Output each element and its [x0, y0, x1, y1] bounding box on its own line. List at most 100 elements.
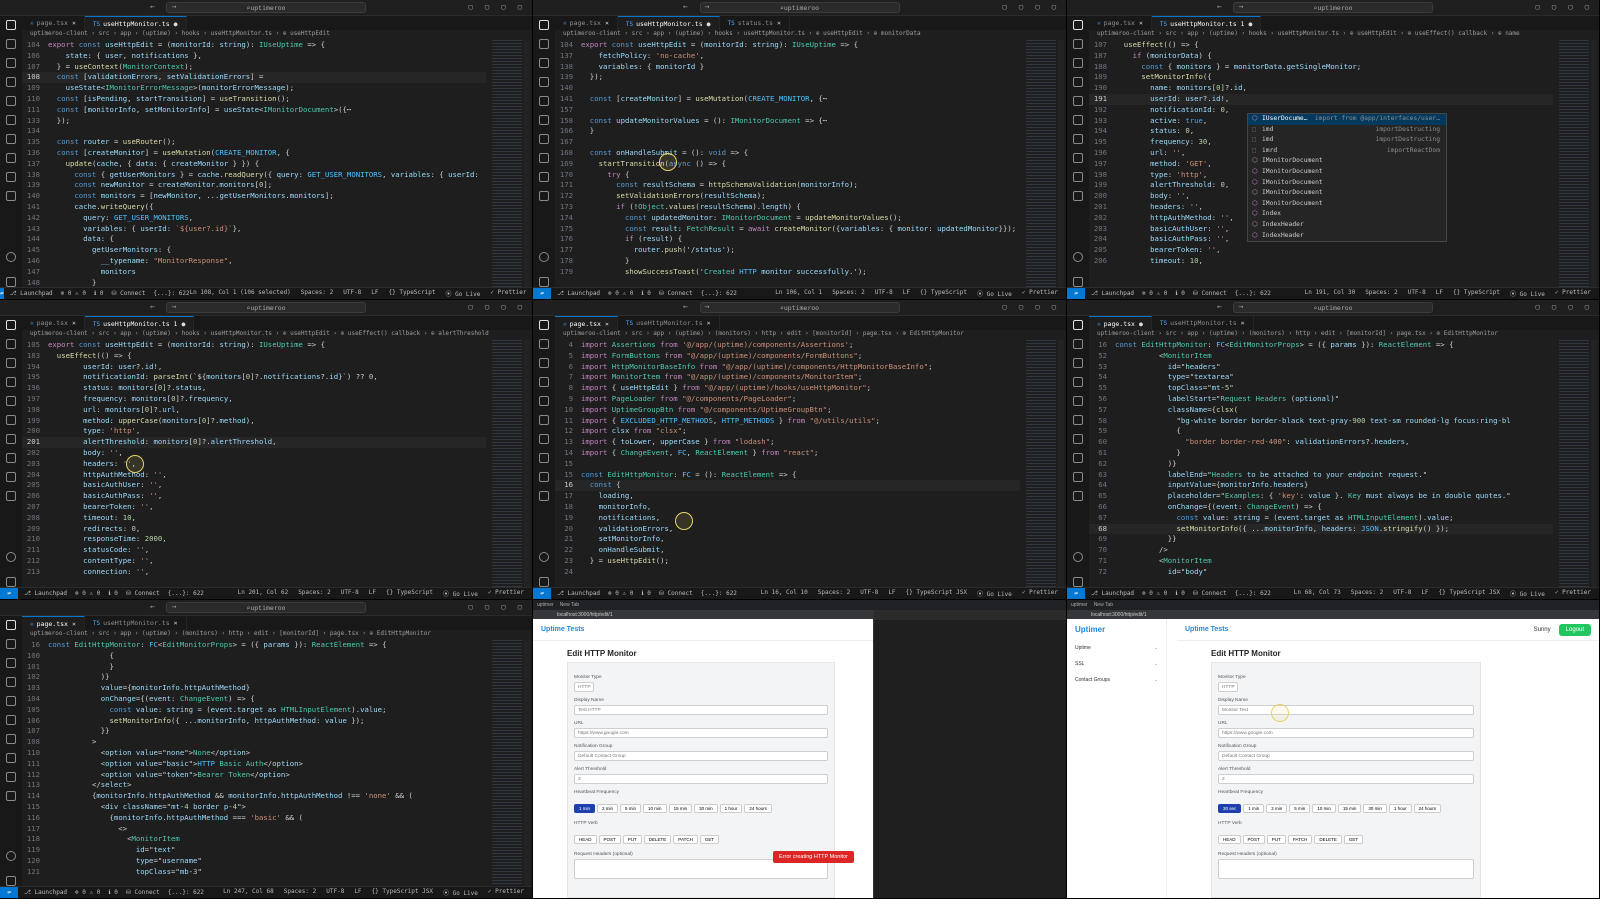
manage-gear-icon[interactable] [6, 876, 16, 886]
status-item[interactable]: ✓ Prettier [1555, 589, 1591, 598]
nav-arrows[interactable]: ← → [1217, 2, 1249, 11]
field-input[interactable]: Monitor Test [1218, 705, 1474, 715]
testing-icon[interactable] [6, 734, 16, 744]
remote-indicator-icon[interactable]: ⇌ [0, 588, 18, 599]
testing-icon[interactable] [539, 134, 549, 144]
extensions-icon[interactable] [1073, 396, 1083, 406]
testing-icon[interactable] [6, 434, 16, 444]
status-item[interactable]: {} TypeScript [1453, 289, 1500, 298]
command-search[interactable]: ⌕ uptimeroo [166, 302, 366, 313]
frequency-option[interactable]: 15 min [1337, 804, 1362, 813]
verb-option[interactable]: POST [598, 835, 621, 844]
scrollbar[interactable] [1591, 40, 1597, 287]
frequency-option[interactable]: 10 min [643, 804, 667, 813]
verb-option[interactable]: GET [1343, 835, 1364, 844]
status-item[interactable]: Ln 201, Col 62 [238, 589, 289, 598]
remote-indicator-icon[interactable]: ⇌ [533, 588, 551, 599]
status-item[interactable]: {...}: 622 [168, 590, 204, 597]
manage-gear-icon[interactable] [1073, 577, 1083, 587]
status-item[interactable]: ⦿ Go Live [443, 589, 478, 598]
manage-gear-icon[interactable] [539, 277, 549, 287]
unsaved-dot-icon[interactable]: ● [174, 20, 178, 28]
run-debug-icon[interactable] [1073, 377, 1083, 387]
status-item[interactable]: ⦿ Go Live [1510, 289, 1545, 298]
docker-icon[interactable] [539, 453, 549, 463]
frequency-option[interactable]: 10 min [1312, 804, 1336, 813]
status-item[interactable]: ✓ Prettier [490, 289, 526, 298]
layout-controls[interactable]: ▢ ▢ ▢ ▢ [468, 3, 526, 11]
frequency-option[interactable]: 1 min [1243, 804, 1265, 813]
github-icon[interactable] [539, 172, 549, 182]
breadcrumb[interactable]: uptimeroo-client › src › app › (uptime) … [1089, 30, 1599, 40]
docker-icon[interactable] [539, 153, 549, 163]
status-item[interactable]: UTF-8 [875, 289, 893, 298]
source-control-icon[interactable] [6, 358, 16, 368]
status-item[interactable]: Spaces: 2 [832, 289, 865, 298]
minimap[interactable] [1026, 40, 1056, 287]
minimap[interactable] [492, 640, 522, 886]
nav-arrows[interactable]: ← → [150, 2, 182, 11]
frequency-option[interactable]: 30 sec [1218, 804, 1242, 813]
frequency-option[interactable]: 1 hour [1388, 804, 1412, 813]
status-item[interactable]: ⎇ Launchpad [10, 290, 53, 297]
account-icon[interactable] [539, 552, 549, 562]
testing-icon[interactable] [1073, 434, 1083, 444]
app-brand[interactable]: Uptime Tests [1185, 626, 1228, 633]
status-item[interactable]: ⦿ Go Live [1510, 589, 1545, 598]
remote-indicator-icon[interactable]: ⇌ [0, 288, 4, 299]
nav-arrows[interactable]: ← → [683, 302, 715, 311]
search-icon[interactable] [6, 39, 16, 49]
verb-option[interactable]: PUT [1266, 835, 1286, 844]
close-icon[interactable]: × [72, 19, 76, 27]
editor-tab[interactable]: ⚛ page.tsx × [1089, 16, 1152, 30]
frequency-option[interactable]: 2 min [1266, 804, 1288, 813]
close-icon[interactable]: × [1139, 19, 1143, 27]
verb-option[interactable]: PATCH [1287, 835, 1313, 844]
suggest-item[interactable]: ⬚ imd importDestructing [1248, 135, 1446, 146]
command-search[interactable]: ⌕ uptimeroo [166, 602, 366, 613]
docker-icon[interactable] [1073, 153, 1083, 163]
editor-tab[interactable]: ⚛ page.tsx × [555, 316, 618, 330]
account-icon[interactable] [1073, 552, 1083, 562]
verb-option[interactable]: HEAD [1218, 835, 1241, 844]
close-icon[interactable]: × [1241, 319, 1245, 327]
command-search[interactable]: ⌕ uptimeroo [166, 2, 366, 13]
browser-tab[interactable]: uptimer [1071, 602, 1088, 608]
status-item[interactable]: ℹ 0 [641, 290, 651, 297]
status-item[interactable]: ℹ 0 [94, 290, 104, 297]
status-item[interactable]: ⛁ Connect [1193, 290, 1227, 297]
suggest-item[interactable]: ⬡ IUserDocume… import from @app/interfaces… [1248, 114, 1446, 125]
explorer-icon[interactable] [6, 320, 16, 330]
suggest-item[interactable]: ⬡ IMonitorDocument [1248, 178, 1446, 189]
run-debug-icon[interactable] [6, 677, 16, 687]
code-editor[interactable]: 104 export const useHttpEdit = (monitorId… [22, 40, 486, 287]
account-icon[interactable] [6, 851, 16, 861]
frequency-option[interactable]: 5 min [620, 804, 642, 813]
frequency-option[interactable]: 24 hours [1413, 804, 1442, 813]
source-control-icon[interactable] [1073, 358, 1083, 368]
status-item[interactable]: ✓ Prettier [488, 589, 524, 598]
sidebar-item[interactable]: Contact Groups ⌄ [1067, 672, 1166, 688]
breadcrumb[interactable]: uptimeroo-client › src › app › (uptime) … [22, 30, 532, 40]
status-item[interactable]: Spaces: 2 [1351, 589, 1384, 598]
editor-tab[interactable]: ⚛ page.tsx × [22, 16, 85, 30]
status-item[interactable]: ⦿ Go Live [977, 289, 1012, 298]
extensions-icon[interactable] [6, 396, 16, 406]
command-search[interactable]: ⌕ uptimeroo [699, 302, 900, 313]
manage-gear-icon[interactable] [1073, 277, 1083, 287]
logout-button[interactable]: Logout [1558, 623, 1591, 636]
status-item[interactable]: {} TypeScript JSX [1439, 589, 1500, 598]
docker-icon[interactable] [6, 453, 16, 463]
status-item[interactable]: ℹ 0 [108, 590, 118, 597]
status-item[interactable]: {} TypeScript JSX [372, 888, 433, 897]
nav-arrows[interactable]: ← → [683, 2, 715, 11]
status-item[interactable]: ⦿ Go Live [445, 289, 480, 298]
status-item[interactable]: LF [1421, 589, 1428, 598]
suggest-item[interactable]: ⬡ IMonitorDocument [1248, 167, 1446, 178]
more-icon[interactable] [539, 491, 549, 501]
github-icon[interactable] [539, 472, 549, 482]
run-debug-icon[interactable] [539, 77, 549, 87]
docker-icon[interactable] [1073, 453, 1083, 463]
headers-textarea[interactable] [1218, 859, 1474, 879]
search-icon[interactable] [1073, 339, 1083, 349]
